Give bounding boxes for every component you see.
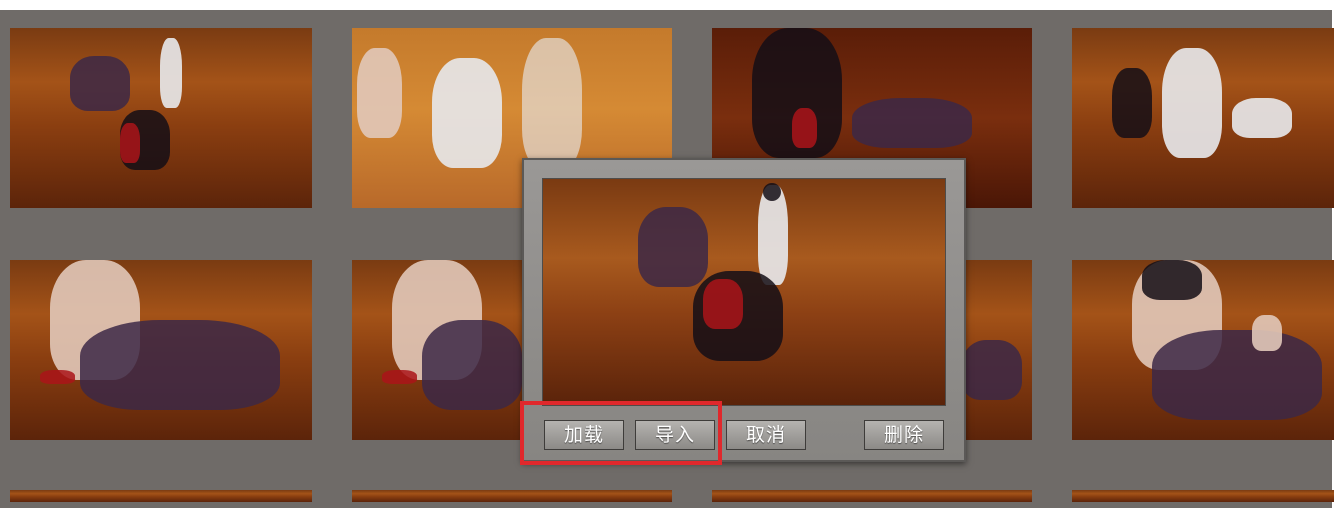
- scene-figure: [1232, 98, 1292, 138]
- scene-thumbnail[interactable]: [10, 28, 312, 208]
- delete-button[interactable]: 删除: [864, 420, 944, 450]
- scene-preview-image: [542, 178, 946, 406]
- scene-figure: [1252, 315, 1282, 351]
- scene-action-dialog: 加载 导入 取消 删除: [522, 158, 966, 462]
- scene-figure: [792, 108, 817, 148]
- scene-figure: [432, 58, 502, 168]
- scene-figure: [962, 340, 1022, 400]
- scene-figure: [1142, 260, 1202, 300]
- scene-figure: [422, 320, 522, 410]
- scene-figure: [382, 370, 417, 384]
- scene-figure: [638, 207, 708, 287]
- scene-figure: [522, 38, 582, 168]
- import-button[interactable]: 导入: [635, 420, 715, 450]
- scene-figure: [1112, 68, 1152, 138]
- cancel-button[interactable]: 取消: [726, 420, 806, 450]
- scene-figure: [763, 183, 781, 201]
- scene-figure: [160, 38, 182, 108]
- scene-figure: [120, 123, 140, 163]
- scene-thumbnail[interactable]: [10, 490, 312, 502]
- scene-thumbnail[interactable]: [712, 490, 1032, 502]
- scene-figure: [70, 56, 130, 111]
- scene-thumbnail[interactable]: [352, 260, 522, 440]
- scene-figure: [1162, 48, 1222, 158]
- scene-thumbnail[interactable]: [962, 260, 1032, 440]
- scene-figure: [40, 370, 75, 384]
- scene-figure: [80, 320, 280, 410]
- scene-thumbnail[interactable]: [352, 490, 672, 502]
- load-button[interactable]: 加载: [544, 420, 624, 450]
- scene-figure: [357, 48, 402, 138]
- scene-thumbnail[interactable]: [10, 260, 312, 440]
- scene-thumbnail[interactable]: [1072, 28, 1334, 208]
- scene-figure: [852, 98, 972, 148]
- scene-thumbnail[interactable]: [1072, 260, 1334, 440]
- scene-thumbnail[interactable]: [1072, 490, 1334, 502]
- scene-figure: [703, 279, 743, 329]
- scene-figure: [1152, 330, 1322, 420]
